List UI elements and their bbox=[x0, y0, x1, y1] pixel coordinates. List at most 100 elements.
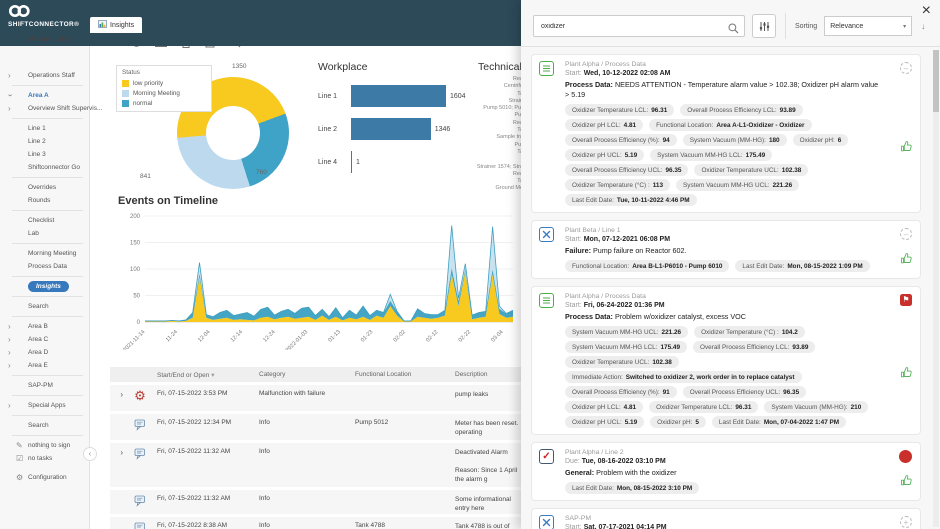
search-icon[interactable] bbox=[728, 21, 739, 39]
events-timeline-chart[interactable]: 0 50 100 150 200 2021-11-14 11-24 12-04 12-14 12-… bbox=[110, 210, 520, 350]
table-row[interactable]: › ⚙ Fri, 07-15-2022 3:53 PM Malfunction … bbox=[110, 385, 523, 411]
sidebar-collapse-button[interactable]: ‹ bbox=[83, 447, 97, 461]
sidebar-item[interactable] bbox=[12, 210, 83, 211]
table-row[interactable]: Fri, 07-15-2022 12:34 PM Info Pump 5012 … bbox=[110, 414, 523, 440]
col-functional-location[interactable]: Functional Location bbox=[355, 371, 455, 378]
sidebar-item[interactable]: Lab bbox=[0, 227, 89, 240]
donut-value-normal: 760 bbox=[256, 169, 267, 176]
filter-button[interactable] bbox=[752, 14, 776, 38]
sidebar-item[interactable]: ⚙ Configuration bbox=[0, 471, 89, 484]
result-card[interactable]: SAP-PM Start: Sat, 07-17-2021 04:14 PM P… bbox=[531, 508, 921, 529]
sidebar-item-label: Area E bbox=[28, 362, 48, 369]
sidebar-item[interactable] bbox=[12, 395, 83, 396]
sidebar-item-label: Configuration bbox=[28, 474, 67, 481]
sidebar-item[interactable]: MY MAILBOX bbox=[0, 33, 534, 46]
thumbs-up-icon[interactable] bbox=[900, 140, 913, 158]
col-description[interactable]: Description bbox=[455, 370, 523, 379]
row-expander[interactable]: › bbox=[110, 448, 123, 458]
sidebar-item[interactable]: Shiftconnector Go bbox=[0, 161, 89, 174]
sidebar-item[interactable]: › Area D bbox=[0, 346, 89, 359]
table-row[interactable]: Fri, 07-15-2022 8:38 AM Info Tank 4788 T… bbox=[110, 517, 523, 529]
svg-text:02-12: 02-12 bbox=[425, 329, 439, 343]
field-chip: Oxidizer pH: 5 bbox=[650, 416, 706, 428]
sidebar-item-label: Morning Meeting bbox=[28, 250, 77, 257]
sidebar-item-icon: ✎ bbox=[16, 441, 23, 450]
scrollbar-thumb[interactable] bbox=[933, 50, 939, 112]
sidebar-item[interactable]: Line 3 bbox=[0, 148, 89, 161]
sidebar-item[interactable] bbox=[12, 177, 83, 178]
scrollbar[interactable] bbox=[933, 50, 939, 527]
sidebar-item[interactable]: › Operations Staff bbox=[0, 69, 89, 82]
status-none-icon[interactable]: – bbox=[900, 228, 912, 240]
technical-location-line: Ground Me bbox=[495, 185, 523, 192]
sidebar-item[interactable]: › Overview Shift Supervis... bbox=[0, 102, 102, 115]
sorting-dropdown[interactable]: Relevance ▾ bbox=[824, 16, 913, 36]
col-start-end[interactable]: Start/End or Open ▾ bbox=[157, 371, 259, 379]
sidebar-item-label: Area A bbox=[28, 92, 49, 99]
sort-direction-icon[interactable]: ↓ bbox=[921, 22, 925, 31]
sidebar-item[interactable]: Checklist bbox=[0, 214, 89, 227]
status-none-icon[interactable]: – bbox=[900, 62, 912, 74]
flag-icon[interactable]: ⚑ bbox=[900, 294, 912, 306]
sidebar-item-label: Area B bbox=[28, 323, 48, 330]
sidebar-item[interactable]: Morning Meeting bbox=[0, 247, 89, 260]
sidebar-item[interactable] bbox=[12, 118, 83, 119]
sidebar-item[interactable]: Search bbox=[0, 419, 89, 432]
sidebar-item-label: MY MAILBOX bbox=[28, 36, 72, 43]
task-check-icon: ✓ bbox=[539, 449, 554, 464]
sidebar-item[interactable]: Search bbox=[0, 300, 89, 313]
table-row[interactable]: Fri, 07-15-2022 11:32 AM Info Some infor… bbox=[110, 490, 523, 514]
sidebar-item[interactable]: Line 1 bbox=[0, 122, 89, 135]
legend-item[interactable]: normal bbox=[122, 98, 206, 108]
sidebar-item[interactable]: ✎ nothing to sign bbox=[0, 439, 89, 452]
thumbs-up-icon[interactable] bbox=[900, 252, 913, 270]
sidebar-item[interactable] bbox=[12, 276, 83, 277]
sidebar-item[interactable] bbox=[12, 435, 83, 436]
sidebar-item[interactable]: › Area E bbox=[0, 359, 89, 372]
sidebar-item[interactable]: Rounds bbox=[0, 194, 89, 207]
chevron-icon: › bbox=[8, 348, 11, 357]
result-card[interactable]: Plant Alpha / Process Data Start: Fri, 0… bbox=[531, 286, 921, 435]
result-card[interactable]: Plant Beta / Line 1 Start: Mon, 07-12-20… bbox=[531, 220, 921, 279]
thumbs-up-icon[interactable] bbox=[900, 366, 913, 384]
svg-text:200: 200 bbox=[130, 214, 141, 220]
sidebar-item[interactable]: Process Data bbox=[0, 260, 89, 273]
sidebar-item[interactable]: Overrides bbox=[0, 181, 89, 194]
sidebar-item[interactable]: › Area C bbox=[0, 333, 89, 346]
sidebar-item[interactable]: › Area B bbox=[0, 320, 89, 333]
row-expander[interactable]: › bbox=[110, 390, 123, 400]
field-chip: Oxidizer pH LCL: 4.81 bbox=[565, 119, 644, 131]
sidebar-item[interactable] bbox=[12, 296, 83, 297]
legend-item[interactable]: Morning Meeting bbox=[122, 88, 206, 98]
insights-chart-icon bbox=[98, 20, 107, 30]
sidebar-item[interactable] bbox=[12, 243, 83, 244]
chevron-icon: › bbox=[8, 335, 11, 344]
status-red-dot-icon[interactable] bbox=[899, 450, 912, 463]
sidebar-item[interactable]: ☑ no tasks bbox=[0, 452, 89, 465]
status-add-icon[interactable]: + bbox=[900, 516, 912, 528]
info-chat-icon bbox=[123, 522, 157, 529]
sidebar-item[interactable] bbox=[12, 415, 83, 416]
info-chat-icon bbox=[123, 419, 157, 433]
tab-insights[interactable]: Insights bbox=[90, 17, 143, 33]
sidebar-item[interactable] bbox=[12, 85, 83, 86]
sidebar-item[interactable]: › Special Apps bbox=[0, 399, 89, 412]
field-chip: Overall Process Efficiency (%): 91 bbox=[565, 386, 677, 398]
svg-text:2022-01-03: 2022-01-03 bbox=[285, 329, 309, 350]
sidebar-item[interactable]: SAP-PM bbox=[0, 379, 89, 392]
sidebar-item[interactable]: Line 2 bbox=[0, 135, 89, 148]
legend-item[interactable]: low priority bbox=[122, 78, 206, 88]
svg-text:03-04: 03-04 bbox=[490, 329, 504, 343]
result-when: Start: Mon, 07-12-2021 06:08 PM bbox=[565, 236, 671, 243]
result-card[interactable]: ✓ Plant Alpha / Line 2 Due: Tue, 08-16-2… bbox=[531, 442, 921, 501]
sidebar-item[interactable] bbox=[12, 316, 83, 317]
sidebar-item[interactable] bbox=[12, 375, 83, 376]
sidebar-item[interactable]: Insights bbox=[0, 280, 89, 293]
col-category[interactable]: Category bbox=[259, 371, 355, 378]
table-row[interactable]: › Fri, 07-15-2022 11:32 AM Info Deactiva… bbox=[110, 443, 523, 487]
search-controls: Sorting Relevance ▾ ↓ bbox=[533, 13, 925, 39]
result-card[interactable]: Plant Alpha / Process Data Start: Wed, 1… bbox=[531, 54, 921, 213]
search-input[interactable] bbox=[533, 15, 745, 38]
sidebar-item[interactable]: › Area A bbox=[0, 89, 89, 102]
thumbs-up-icon[interactable] bbox=[900, 474, 913, 492]
